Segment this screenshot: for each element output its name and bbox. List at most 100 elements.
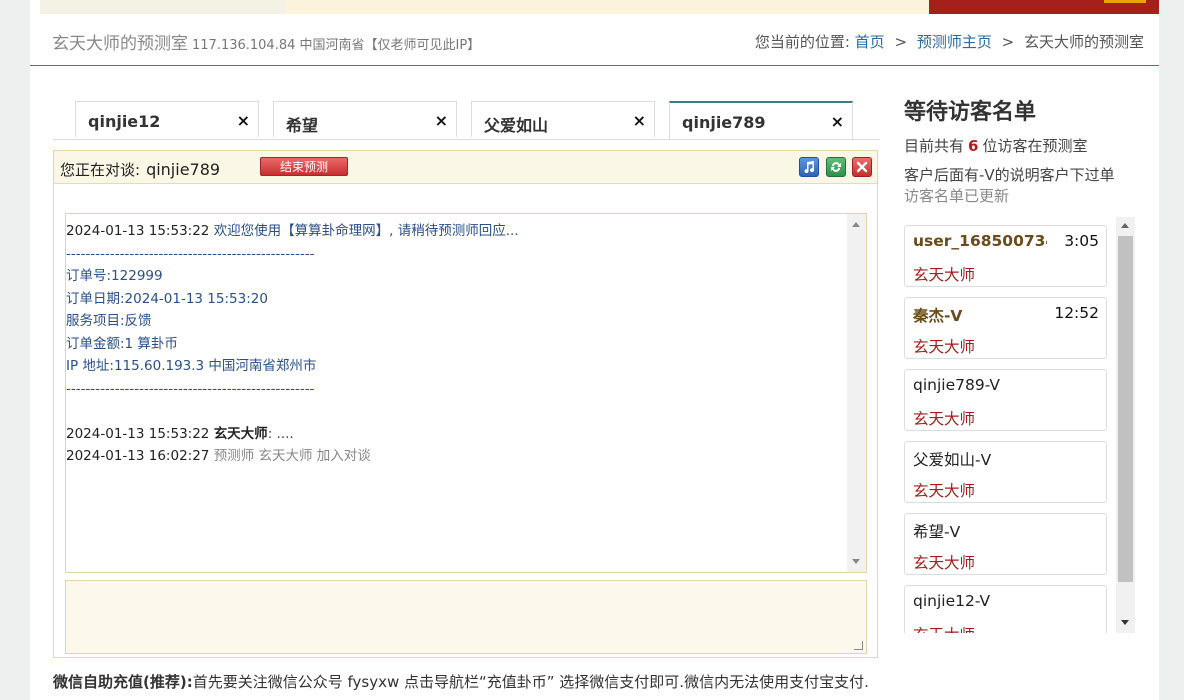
end-prediction-button[interactable]: 结束预测 xyxy=(260,157,348,176)
log-divider: ----------------------------------------… xyxy=(66,245,315,262)
tab-qinjie12[interactable]: qinjie12 × xyxy=(75,101,259,137)
visitor-card[interactable]: qinjie12-V 玄天大师 xyxy=(904,585,1107,633)
visitor-card[interactable]: 希望-V 玄天大师 xyxy=(904,513,1107,575)
visitor-tabs: qinjie12 × 希望 × 父爱如山 × qinjie789 × xyxy=(53,100,880,140)
log-order-no: 订单号:122999 xyxy=(66,268,163,284)
tab-close-icon[interactable]: × xyxy=(633,111,646,130)
log-timestamp: 2024-01-13 15:53:22 xyxy=(66,425,210,442)
banner-gold-accent xyxy=(1104,0,1146,3)
visitor-master: 玄天大师 xyxy=(913,623,975,633)
chat-log-scrollbar[interactable] xyxy=(847,214,866,572)
music-icon[interactable] xyxy=(799,157,819,177)
v-suffix-note: 客户后面有-V的说明客户下过单 xyxy=(904,166,1115,184)
breadcrumb-current: 玄天大师的预测室 xyxy=(1023,33,1144,51)
visitor-name: 希望-V xyxy=(913,523,961,541)
chat-log-content: 2024-01-13 15:53:22 欢迎您使用【算算卦命理网】, 请稍待预测… xyxy=(66,214,848,468)
recharge-notice: 微信自助充值(推荐):首先要关注微信公众号 fysyxw 点击导航栏“充值卦币”… xyxy=(53,670,883,694)
visitor-master: 玄天大师 xyxy=(913,266,976,284)
tab-label: qinjie789 xyxy=(682,113,766,132)
visitor-count: 6 xyxy=(968,137,979,155)
log-welcome-text: 欢迎您使用【算算卦命理网】, 请稍待预测师回应... xyxy=(213,223,519,239)
breadcrumb-separator: > xyxy=(1001,33,1015,51)
visitor-list-scrollbar[interactable] xyxy=(1116,217,1135,633)
tab-close-icon[interactable]: × xyxy=(435,111,448,130)
chat-header: 您正在对谈: qinjie789 结束预测 xyxy=(54,151,877,184)
scrollbar-thumb[interactable] xyxy=(1118,236,1133,582)
close-x-glyph xyxy=(856,161,868,173)
visitor-master: 玄天大师 xyxy=(913,338,976,356)
log-timestamp: 2024-01-13 15:53:22 xyxy=(66,223,210,239)
page-title: 玄天大师的预测室 117.136.104.84 中国河南省【仅老师可见此IP】 xyxy=(52,29,480,54)
log-service: 服务项目:反馈 xyxy=(66,313,152,329)
log-divider: ----------------------------------------… xyxy=(66,380,315,397)
visitor-card[interactable]: qinjie789-V 玄天大师 xyxy=(904,369,1107,431)
visitor-count-line: 目前共有 6 位访客在预测室 xyxy=(904,135,1087,156)
notice-label: 微信自助充值(推荐): xyxy=(53,673,193,691)
log-order-date: 订单日期:2024-01-13 15:53:20 xyxy=(66,290,268,307)
resize-grip-icon[interactable] xyxy=(854,641,863,650)
breadcrumb-separator: > xyxy=(894,33,908,51)
visitor-list: user_1685007340 3:05 玄天大师 秦杰-V 12:52 玄天大… xyxy=(904,217,1137,633)
talking-prefix: 您正在对谈: xyxy=(60,161,141,179)
visitor-name: qinjie789-V xyxy=(913,376,1000,394)
notice-text: 首先要关注微信公众号 fysyxw 点击导航栏“充值卦币” 选择微信支付即可.微… xyxy=(192,673,869,691)
log-join: 2024-01-13 16:02:27 预测师 玄天大师 加入对谈 xyxy=(66,445,848,468)
chat-log[interactable]: 2024-01-13 15:53:22 欢迎您使用【算算卦命理网】, 请稍待预测… xyxy=(65,213,867,573)
tab-label: qinjie12 xyxy=(88,112,161,131)
log-join-text: 预测师 玄天大师 加入对谈 xyxy=(213,448,371,464)
visitor-master: 玄天大师 xyxy=(913,554,976,572)
log-sender: 玄天大师 xyxy=(213,425,268,442)
room-header: 玄天大师的预测室 117.136.104.84 中国河南省【仅老师可见此IP】 您… xyxy=(30,14,1159,66)
log-spacer xyxy=(66,400,848,423)
breadcrumb-prefix: 您当前的位置: xyxy=(754,33,850,51)
breadcrumb-master-home-link[interactable]: 预测师主页 xyxy=(917,33,992,51)
log-welcome: 2024-01-13 15:53:22 欢迎您使用【算算卦命理网】, 请稍待预测… xyxy=(66,220,848,243)
visitor-name: 秦杰-V xyxy=(913,307,963,325)
page: 玄天大师的预测室 117.136.104.84 中国河南省【仅老师可见此IP】 您… xyxy=(30,0,1159,700)
close-icon[interactable] xyxy=(852,157,872,177)
visitor-wait-time: 12:52 xyxy=(1054,304,1099,322)
scroll-down-arrow-icon[interactable] xyxy=(852,559,860,564)
log-timestamp: 2024-01-13 16:02:27 xyxy=(66,448,210,464)
visitor-card[interactable]: 父爱如山-V 玄天大师 xyxy=(904,441,1107,503)
breadcrumb-home-link[interactable]: 首页 xyxy=(855,33,885,51)
music-note-glyph xyxy=(804,161,815,174)
talking-visitor-name: qinjie789 xyxy=(146,160,221,179)
tab-fuairushan[interactable]: 父爱如山 × xyxy=(471,101,655,137)
tab-close-icon[interactable]: × xyxy=(831,112,844,131)
breadcrumb: 您当前的位置: 首页 > 预测师主页 > 玄天大师的预测室 xyxy=(755,31,1144,52)
talking-with: 您正在对谈: qinjie789 xyxy=(60,159,220,180)
visitor-name: qinjie12-V xyxy=(913,592,991,610)
refresh-arrows-glyph xyxy=(831,162,841,172)
visitor-wait-time: 3:05 xyxy=(1064,232,1099,250)
scroll-up-arrow-icon[interactable] xyxy=(1121,223,1129,228)
log-message: 2024-01-13 15:53:22 玄天大师: .... xyxy=(66,423,848,446)
visitor-master: 玄天大师 xyxy=(913,410,976,428)
room-title-text: 玄天大师的预测室 xyxy=(52,34,188,54)
visitor-card[interactable]: 秦杰-V 12:52 玄天大师 xyxy=(904,297,1107,359)
visitor-card[interactable]: user_1685007340 3:05 玄天大师 xyxy=(904,225,1107,287)
message-input[interactable] xyxy=(65,580,867,654)
chat-panel: 您正在对谈: qinjie789 结束预测 2024-01-13 15:53:22… xyxy=(53,150,878,658)
banner-left xyxy=(40,0,285,14)
count-suffix: 位访客在预测室 xyxy=(982,137,1088,155)
log-message-text: : .... xyxy=(267,425,294,442)
tab-label: 父爱如山 xyxy=(484,116,549,135)
visitor-master: 玄天大师 xyxy=(913,482,976,500)
count-prefix: 目前共有 xyxy=(904,137,965,155)
tab-qinjie789[interactable]: qinjie789 × xyxy=(669,101,853,139)
waiting-list-title: 等待访客名单 xyxy=(904,100,1037,125)
banner-middle xyxy=(285,0,929,14)
visitor-name: 父爱如山-V xyxy=(913,451,992,469)
tab-label: 希望 xyxy=(286,116,319,135)
tab-close-icon[interactable]: × xyxy=(237,111,250,130)
tab-xiwang[interactable]: 希望 × xyxy=(273,101,457,137)
visitor-name: user_1685007340 xyxy=(913,232,1047,250)
top-banner-strip xyxy=(30,0,1159,14)
ip-info: 117.136.104.84 中国河南省【仅老师可见此IP】 xyxy=(192,38,481,53)
log-ip: IP 地址:115.60.193.3 中国河南省郑州市 xyxy=(66,358,317,374)
scroll-up-arrow-icon[interactable] xyxy=(852,222,860,227)
scroll-down-arrow-icon[interactable] xyxy=(1121,620,1129,625)
list-updated-status: 访客名单已更新 xyxy=(904,187,1010,205)
refresh-icon[interactable] xyxy=(826,157,846,177)
